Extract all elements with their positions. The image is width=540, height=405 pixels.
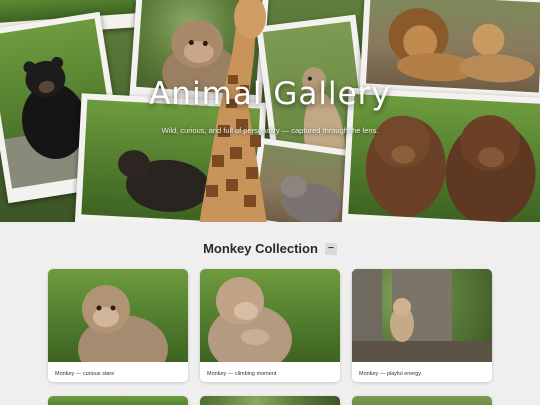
gallery-photo: [200, 396, 340, 405]
monkey-photo: [48, 269, 188, 362]
gallery-card[interactable]: Monkey — playful energy: [352, 269, 492, 382]
gallery-card[interactable]: [48, 396, 188, 405]
card-caption: Monkey — climbing moment: [207, 371, 277, 377]
gallery-photo: [352, 396, 492, 405]
monkey-photo: [200, 269, 340, 362]
card-caption: Monkey — playful energy: [359, 371, 422, 377]
card-caption: Monkey — curious stare: [55, 371, 115, 377]
hero-subtitle: Wild, curious, and full of personality —…: [161, 126, 379, 135]
collection-header: Monkey Collection −: [0, 241, 540, 256]
gallery-card[interactable]: [352, 396, 492, 405]
gallery-photo: [48, 396, 188, 405]
gallery-card[interactable]: Monkey — curious stare: [48, 269, 188, 382]
gallery-card[interactable]: Monkey — climbing moment: [200, 269, 340, 382]
hero-banner: Animal Gallery Wild, curious, and full o…: [0, 0, 540, 222]
collapse-button[interactable]: −: [324, 242, 337, 255]
collection-title: Monkey Collection: [203, 241, 318, 256]
page-title: Animal Gallery: [149, 76, 391, 112]
gallery-card[interactable]: [200, 396, 340, 405]
monkey-photo: [352, 269, 492, 362]
